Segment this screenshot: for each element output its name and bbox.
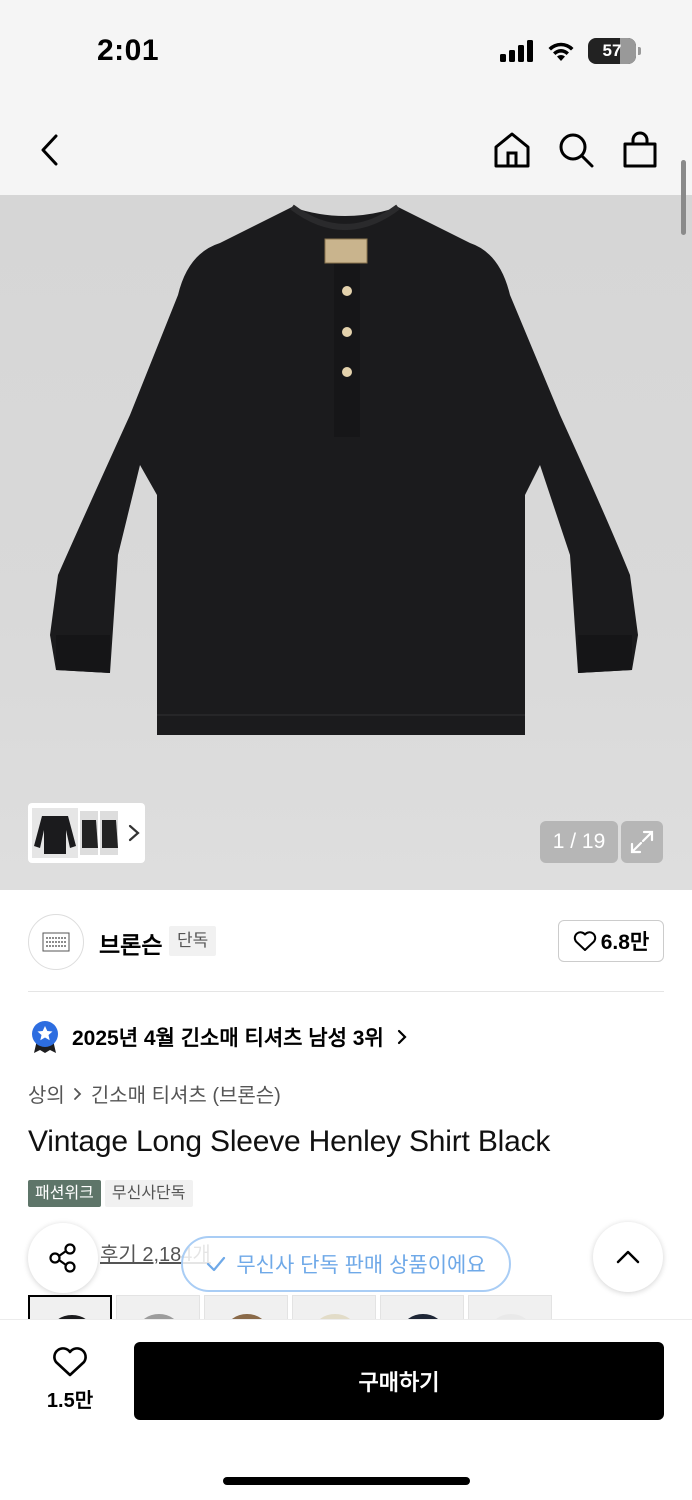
chevron-right-icon <box>397 1029 407 1045</box>
divider <box>28 991 664 992</box>
thumbnail-images <box>32 808 118 858</box>
shopping-bag-icon <box>623 131 657 168</box>
product-tags: 패션위크 무신사단독 <box>28 1180 193 1207</box>
toast-text: 무신사 단독 판매 상품이에요 <box>236 1254 486 1277</box>
color-option-black[interactable] <box>28 1295 112 1319</box>
product-image-gallery[interactable]: 1 / 19 <box>0 195 692 890</box>
brand-row: 브론슨 단독 6.8만 <box>28 912 664 970</box>
product-title: Vintage Long Sleeve Henley Shirt Black <box>28 1125 551 1158</box>
tag-musinsa-exclusive: 무신사단독 <box>104 1180 193 1207</box>
expand-button[interactable] <box>621 821 663 863</box>
product-image <box>50 204 638 735</box>
status-time: 2:01 <box>97 34 160 67</box>
color-option-white[interactable] <box>468 1295 552 1319</box>
image-counter: 1 / 19 <box>540 821 618 863</box>
expand-icon <box>630 830 654 854</box>
thumbnail-strip[interactable] <box>28 803 145 863</box>
share-button[interactable] <box>28 1223 98 1293</box>
brand-like-count: 6.8만 <box>600 931 650 954</box>
scrollbar[interactable] <box>681 160 686 235</box>
color-options <box>28 1295 552 1319</box>
top-navigation <box>0 100 692 195</box>
heart-icon <box>573 931 596 951</box>
back-button[interactable] <box>28 128 72 172</box>
status-icons: 57 <box>500 38 641 64</box>
color-option-grey[interactable] <box>116 1295 200 1319</box>
home-indicator <box>223 1477 470 1485</box>
chevron-right-icon <box>73 1087 82 1100</box>
color-option-navy[interactable] <box>380 1295 464 1319</box>
battery-icon: 57 <box>588 38 641 64</box>
scroll-top-button[interactable] <box>593 1222 663 1292</box>
exclusive-toast: 무신사 단독 판매 상품이에요 <box>181 1236 511 1292</box>
search-icon <box>559 133 594 168</box>
brand-logo-icon <box>42 932 70 952</box>
product-like-count: 1.5만 <box>46 1390 94 1412</box>
breadcrumb-parent[interactable]: 상의 <box>28 1079 65 1108</box>
chevron-right-icon <box>128 824 140 842</box>
check-icon <box>207 1256 226 1272</box>
wifi-icon <box>548 42 574 61</box>
ranking-link[interactable]: 2025년 4월 긴소매 티셔츠 남성 3위 <box>30 1020 408 1054</box>
battery-level: 57 <box>602 41 622 60</box>
breadcrumb: 상의 긴소매 티셔츠 (브론슨) <box>28 1079 281 1108</box>
share-icon <box>49 1243 76 1273</box>
product-like-button[interactable]: 1.5만 <box>34 1346 106 1413</box>
breadcrumb-child[interactable]: 긴소매 티셔츠 (브론슨) <box>91 1079 281 1108</box>
cart-button[interactable] <box>618 128 662 172</box>
ranking-text: 2025년 4월 긴소매 티셔츠 남성 3위 <box>72 1027 384 1050</box>
brand-like-button[interactable]: 6.8만 <box>558 920 664 962</box>
chevron-up-icon <box>616 1250 640 1264</box>
ranking-badge-icon <box>32 1021 58 1053</box>
brand-name[interactable]: 브론슨 <box>99 926 162 960</box>
home-icon <box>494 132 530 168</box>
color-option-cream[interactable] <box>292 1295 376 1319</box>
home-button[interactable] <box>490 128 534 172</box>
color-option-brown[interactable] <box>204 1295 288 1319</box>
bottom-action-bar: 1.5만 구매하기 <box>0 1319 692 1500</box>
tag-fashion-week: 패션위크 <box>28 1180 101 1207</box>
heart-icon <box>53 1347 87 1377</box>
chevron-left-icon <box>41 134 58 166</box>
search-button[interactable] <box>554 128 598 172</box>
exclusive-badge: 단독 <box>169 926 217 956</box>
status-bar: 2:01 57 <box>0 0 692 100</box>
buy-button[interactable]: 구매하기 <box>134 1342 664 1420</box>
cellular-signal-icon <box>500 40 533 62</box>
brand-logo[interactable] <box>28 914 84 970</box>
